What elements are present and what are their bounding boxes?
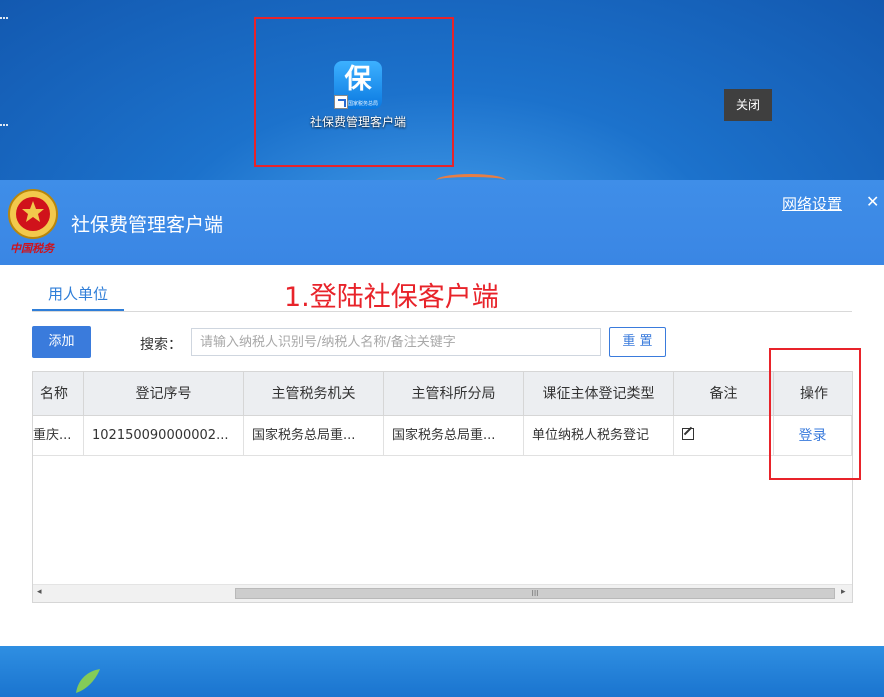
- leaf-icon: [76, 669, 100, 693]
- scrollbar-thumb[interactable]: III: [235, 588, 835, 599]
- network-settings-link[interactable]: 网络设置: [782, 193, 842, 214]
- col-header-remark: 备注: [674, 372, 774, 416]
- cell-reg-type: 单位纳税人税务登记: [524, 416, 674, 456]
- desktop-icon-fragment[interactable]: [0, 17, 8, 21]
- desktop-icon-label[interactable]: 社保费管理客户端: [310, 114, 406, 130]
- col-header-branch: 主管科所分局: [384, 372, 524, 416]
- cell-name: 重庆...: [33, 416, 84, 456]
- search-label: 搜索：: [140, 337, 182, 353]
- shortcut-arrow-icon: [334, 95, 348, 109]
- horizontal-scrollbar[interactable]: ◂ III ▸: [33, 584, 852, 602]
- app-title: 社保费管理客户端: [71, 214, 224, 236]
- cell-remark: [674, 416, 774, 456]
- add-button[interactable]: 添加: [32, 326, 91, 358]
- emblem-caption: 中国税务: [10, 242, 54, 255]
- close-icon[interactable]: ✕: [866, 192, 879, 211]
- step-annotation: 1.登陆社保客户端: [284, 282, 499, 313]
- close-tooltip: 关闭: [724, 89, 772, 121]
- col-header-tax-office: 主管税务机关: [244, 372, 384, 416]
- scroll-left-icon[interactable]: ◂: [37, 587, 42, 597]
- col-header-reg-no: 登记序号: [84, 372, 244, 416]
- highlight-box-action: [769, 348, 861, 480]
- cell-tax-office: 国家税务总局重...: [244, 416, 384, 456]
- window-header: 中国税务 社保费管理客户端 网络设置 ✕: [0, 180, 884, 265]
- desktop-icon-fragment[interactable]: [0, 124, 8, 128]
- cell-branch: 国家税务总局重...: [384, 416, 524, 456]
- search-input[interactable]: [191, 328, 601, 356]
- app-window: 中国税务 社保费管理客户端 网络设置 ✕ 用人单位 1.登陆社保客户端 添加 搜…: [0, 180, 884, 646]
- desktop-bottom: [0, 646, 884, 697]
- social-security-app-icon[interactable]: 保 国家税务总局: [334, 61, 382, 109]
- reset-button[interactable]: 重 置: [609, 327, 666, 357]
- tab-employer[interactable]: 用人单位: [32, 280, 124, 311]
- edit-remark-icon[interactable]: [682, 428, 694, 440]
- app-icon-glyph: 保: [344, 64, 372, 95]
- tax-emblem-icon: [8, 189, 58, 239]
- cell-reg-no: 102150090000002...: [84, 416, 244, 456]
- col-header-reg-type: 课征主体登记类型: [524, 372, 674, 416]
- col-header-name: 名称: [33, 372, 84, 416]
- desktop: 保 国家税务总局 社保费管理客户端 关闭: [0, 0, 884, 180]
- scroll-right-icon[interactable]: ▸: [841, 587, 846, 597]
- app-icon-subtext: 国家税务总局: [348, 101, 379, 107]
- taxpayer-table: 名称 登记序号 主管税务机关 主管科所分局 课征主体登记类型 备注 操作 重庆.…: [32, 371, 853, 603]
